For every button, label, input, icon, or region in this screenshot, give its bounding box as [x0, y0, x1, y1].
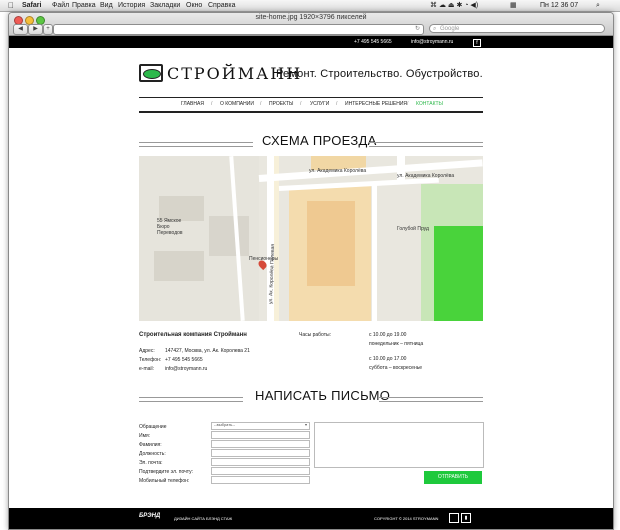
hours-weekday-days: понедельник – пятница [369, 341, 424, 347]
hours-weekday-time: с 10.00 до 19.00 [369, 332, 407, 338]
submit-button[interactable]: ОТПРАВИТЬ [424, 471, 482, 484]
status-icons: ⌘ ☁ ⏏ ✱ ◔ ◀) [430, 2, 479, 9]
message-textarea[interactable] [314, 422, 484, 468]
contact-value-email[interactable]: info@stroymann.ru [165, 366, 207, 372]
company-name: Строительная компания Стройманн [139, 332, 247, 338]
map-label-bureau: 55 Ямское Бюро Переводов [157, 218, 183, 236]
hours-label: Часы работы: [299, 332, 331, 338]
search-icon: ⌕ [433, 26, 437, 32]
system-menubar:  Safari Файл Правка Вид История Закладк… [0, 0, 620, 12]
footer-logo[interactable]: БРЭНД [139, 513, 160, 519]
title-rule-left [139, 142, 253, 147]
map-label-street-1: ул. Академика Королёва [309, 168, 367, 174]
desktop:  Safari Файл Правка Вид История Закладк… [0, 0, 620, 530]
search-placeholder: Google [440, 26, 460, 32]
menu-view[interactable]: Вид [100, 0, 113, 11]
menu-window[interactable]: Окно [186, 0, 202, 11]
subject-select-value: --выбрать-- [214, 422, 235, 427]
form-label-mobile: Мобильный телефон: [139, 478, 190, 484]
forward-button[interactable]: ▶ [28, 24, 43, 35]
footer-copyright: COPYRIGHT © 2014 STROYMANN [374, 516, 439, 521]
menu-app-name[interactable]: Safari [22, 0, 41, 11]
location-map[interactable]: ул. Академика Королёва ул. Академика Кор… [139, 156, 483, 321]
contact-label-email: e-mail: [139, 366, 155, 372]
top-email[interactable]: info@stroymann.ru [411, 36, 453, 48]
menu-bookmarks[interactable]: Закладки [150, 0, 180, 11]
spotlight-icon[interactable]: ⌕ [596, 0, 600, 11]
chart-badge-icon[interactable]: ▮ [461, 513, 471, 523]
form-label-subject: Обращение [139, 424, 167, 430]
mobile-input[interactable] [211, 476, 310, 484]
subject-select[interactable]: --выбрать-- ▾ [211, 422, 310, 430]
footer-design-credit[interactable]: ДИЗАЙН САЙТА БЛЭНД СТАЖ [174, 516, 232, 521]
window-title: site-home.jpg 1920×3796 пикселей [255, 14, 367, 21]
contact-value-address: 147427, Москва, ул. Ак. Королева 21 [165, 348, 250, 354]
position-input[interactable] [211, 449, 310, 457]
form-label-position: Должность: [139, 451, 166, 457]
site-header: СТРОЙМАНН Ремонт. Строительство. Обустро… [139, 64, 483, 92]
web-page: +7 495 545 5665 info@stroymann.ru f СТРО… [9, 36, 613, 529]
form-label-surname: Фамилия: [139, 442, 162, 448]
surname-input[interactable] [211, 440, 310, 448]
logo-icon[interactable] [139, 64, 163, 82]
counter-badge-icon[interactable] [449, 513, 459, 523]
facebook-icon[interactable]: f [473, 39, 481, 47]
form-label-name: Имя: [139, 433, 151, 439]
clock[interactable]: Пн 12 36 07 [540, 0, 578, 11]
site-topbar: +7 495 545 5665 info@stroymann.ru f [9, 36, 613, 48]
email-input[interactable] [211, 458, 310, 466]
form-label-email: Эл. почта: [139, 460, 163, 466]
nav-home[interactable]: ГЛАВНАЯ [181, 98, 204, 111]
email-confirm-input[interactable] [211, 467, 310, 475]
nav-contacts[interactable]: КОНТАКТЫ [416, 98, 443, 111]
site-footer: БРЭНД ДИЗАЙН САЙТА БЛЭНД СТАЖ COPYRIGHT … [9, 508, 613, 529]
title-rule-right [369, 142, 483, 147]
window-titlebar: site-home.jpg 1920×3796 пикселей ◀ ▶ + ↻… [9, 13, 613, 36]
menu-file[interactable]: Файл [52, 0, 69, 11]
address-bar[interactable]: ↻ [53, 24, 424, 35]
top-phone[interactable]: +7 495 545 5665 [354, 36, 392, 48]
contact-label-phone: Телефон: [139, 357, 162, 363]
add-tab-button[interactable]: + [43, 24, 53, 35]
safari-window: site-home.jpg 1920×3796 пикселей ◀ ▶ + ↻… [8, 12, 614, 530]
reload-icon[interactable]: ↻ [415, 25, 420, 34]
hours-weekend-time: с 10.00 до 17.00 [369, 356, 407, 362]
chevron-down-icon: ▾ [304, 422, 307, 427]
form-label-email-confirm: Подтвердите эл. почту: [139, 469, 193, 475]
menu-history[interactable]: История [118, 0, 145, 11]
nav-projects[interactable]: ПРОЕКТЫ [269, 98, 293, 111]
name-input[interactable] [211, 431, 310, 439]
map-title: СХЕМА ПРОЕЗДА [262, 133, 377, 148]
main-nav: ГЛАВНАЯ / О КОМПАНИИ / ПРОЕКТЫ / УСЛУГИ … [139, 97, 483, 113]
contact-value-phone[interactable]: +7 495 545 5665 [165, 357, 203, 363]
input-flag-icon[interactable]: ▦ [510, 0, 517, 11]
nav-solutions[interactable]: ИНТЕРЕСНЫЕ РЕШЕНИЯ [345, 98, 407, 111]
slogan: Ремонт. Строительство. Обустройство. [276, 68, 483, 80]
menu-edit[interactable]: Правка [72, 0, 96, 11]
contact-label-address: Адрес: [139, 348, 155, 354]
back-button[interactable]: ◀ [13, 24, 28, 35]
form-title: НАПИСАТЬ ПИСЬМО [255, 388, 391, 403]
form-rule-left [139, 397, 243, 402]
apple-icon[interactable]:  [8, 0, 14, 11]
hours-weekend-days: суббота – воскресенье [369, 365, 423, 371]
search-input[interactable]: ⌕ Google [429, 24, 605, 33]
map-label-pond: Голубой Пруд [397, 226, 429, 232]
map-label-street-2: ул. Академика Королёва [397, 173, 455, 179]
form-rule-right [379, 397, 483, 402]
menu-help[interactable]: Справка [208, 0, 235, 11]
nav-services[interactable]: УСЛУГИ [310, 98, 329, 111]
nav-about[interactable]: О КОМПАНИИ [220, 98, 254, 111]
